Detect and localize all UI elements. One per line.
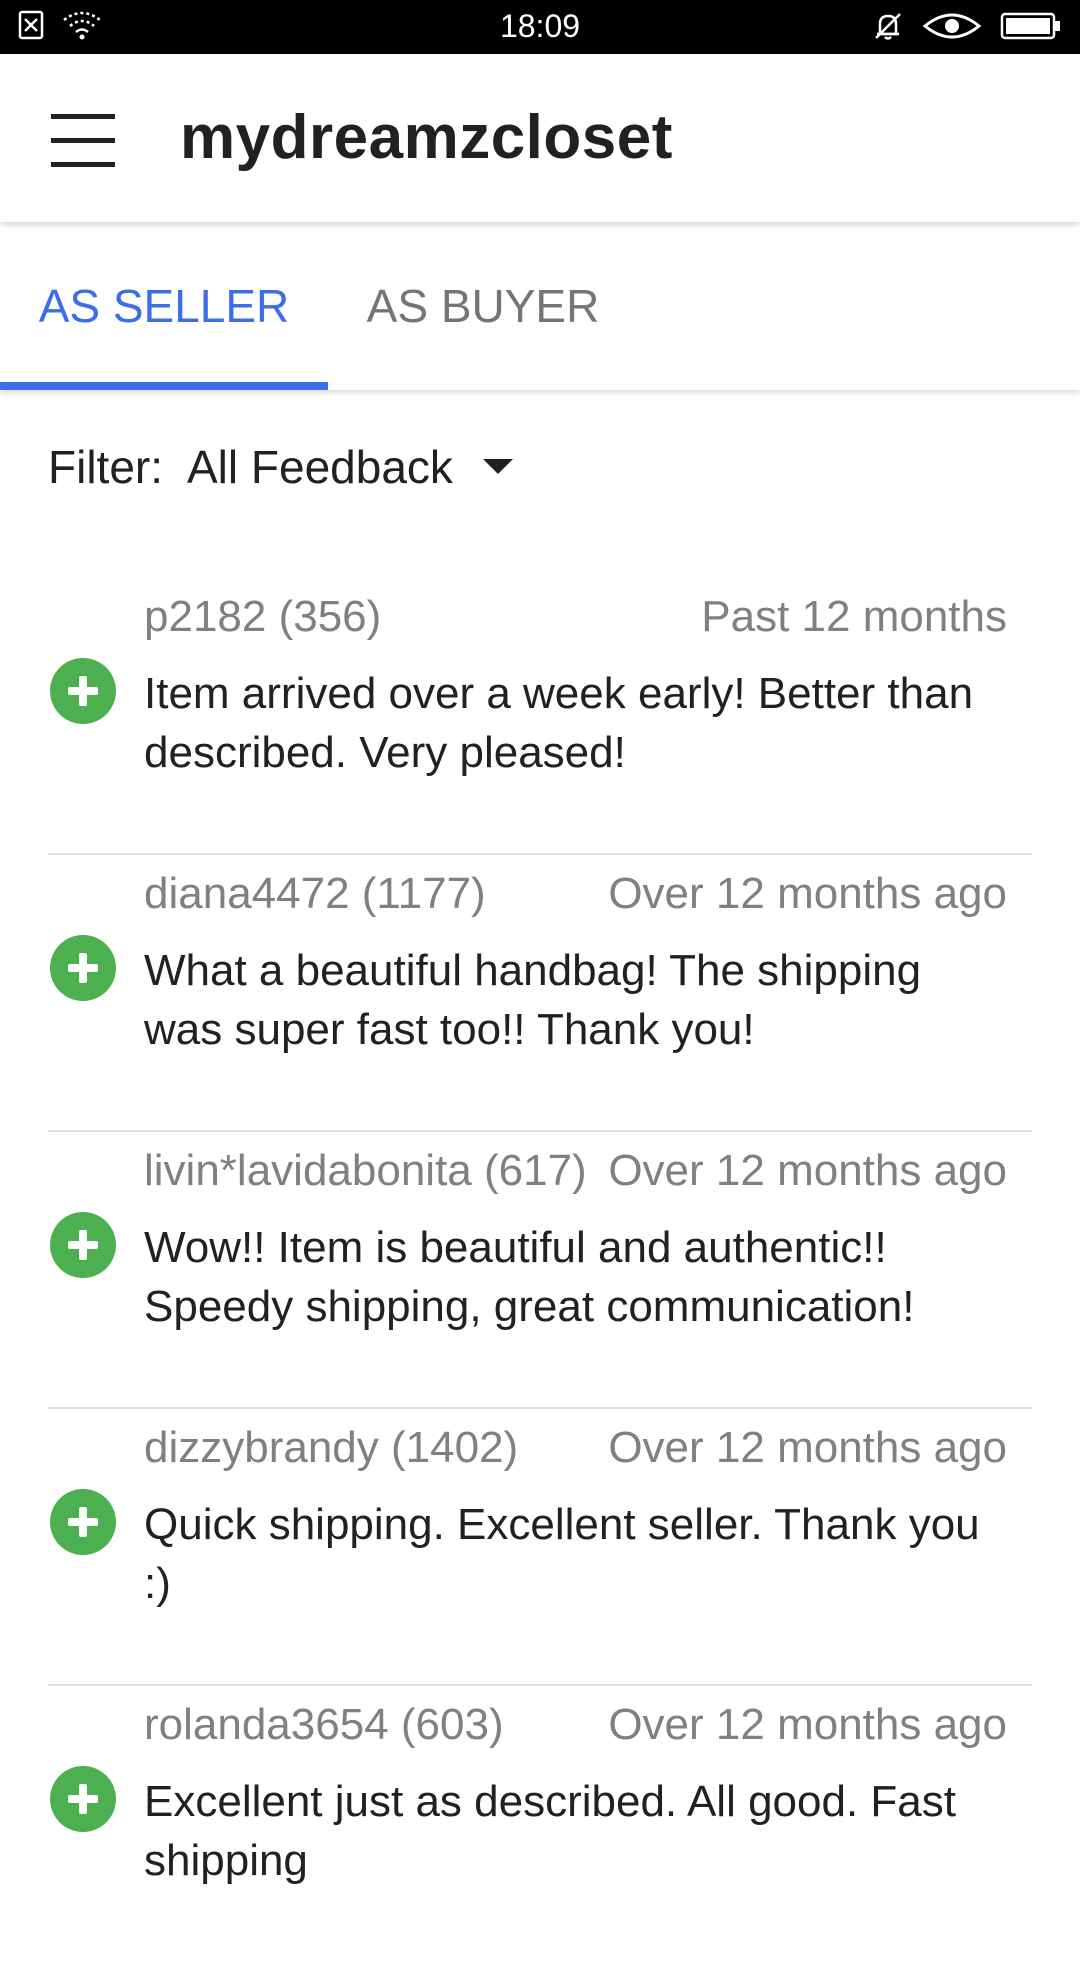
feedback-username[interactable]: livin*lavidabonita (617): [144, 1146, 587, 1196]
menu-button[interactable]: [40, 100, 126, 180]
feedback-item[interactable]: dizzybrandy (1402) Over 12 months ago Qu…: [0, 1409, 1080, 1686]
filter-row: Filter: All Feedback: [48, 440, 513, 494]
feedback-item[interactable]: diana4472 (1177) Over 12 months ago What…: [0, 855, 1080, 1132]
positive-plus-icon: [50, 935, 116, 1001]
tab-as-seller[interactable]: AS SELLER: [0, 222, 328, 390]
positive-plus-icon: [50, 1212, 116, 1278]
hamburger-menu-icon: [51, 114, 115, 167]
feedback-username[interactable]: rolanda3654 (603): [144, 1700, 504, 1750]
feedback-timestamp: Over 12 months ago: [608, 1146, 1007, 1195]
feedback-comment: Item arrived over a week early! Better t…: [144, 669, 974, 777]
battery-icon: [1000, 12, 1060, 40]
feedback-comment: Wow!! Item is beautiful and authentic!! …: [144, 1223, 915, 1331]
active-tab-indicator: [0, 382, 328, 390]
eye-icon: [922, 13, 982, 39]
page-title: mydreamzcloset: [180, 103, 673, 172]
feedback-username[interactable]: p2182 (356): [144, 592, 381, 642]
dropdown-arrow-icon: [482, 459, 513, 474]
status-bar: 18:09: [0, 0, 1080, 54]
feedback-timestamp: Over 12 months ago: [608, 1700, 1007, 1749]
feedback-username[interactable]: dizzybrandy (1402): [144, 1423, 518, 1473]
feedback-timestamp: Past 12 months: [701, 592, 1007, 641]
feedback-timestamp: Over 12 months ago: [608, 1423, 1007, 1472]
feedback-comment: Excellent just as described. All good. F…: [144, 1777, 956, 1885]
tab-as-buyer-label: AS BUYER: [366, 280, 600, 332]
bell-muted-icon: [875, 13, 901, 40]
feedback-item[interactable]: livin*lavidabonita (617) Over 12 months …: [0, 1132, 1080, 1409]
feedback-comment: Quick shipping. Excellent seller. Thank …: [144, 1500, 980, 1608]
feedback-comment: What a beautiful handbag! The shipping w…: [144, 946, 922, 1054]
app-bar: mydreamzcloset: [0, 54, 1080, 222]
positive-plus-icon: [50, 1766, 116, 1832]
filter-value: All Feedback: [187, 441, 453, 493]
positive-plus-icon: [50, 1489, 116, 1555]
feedback-timestamp: Over 12 months ago: [608, 869, 1007, 918]
positive-plus-icon: [50, 658, 116, 724]
tab-bar: AS SELLER AS BUYER: [0, 222, 1080, 390]
tab-as-seller-label: AS SELLER: [38, 280, 290, 332]
filter-label: Filter:: [48, 441, 163, 493]
tab-as-buyer[interactable]: AS BUYER: [328, 222, 638, 390]
status-right-icons: [872, 10, 1062, 42]
filter-dropdown[interactable]: All Feedback: [187, 440, 513, 494]
feedback-list: p2182 (356) Past 12 months Item arrived …: [0, 578, 1080, 1963]
feedback-username[interactable]: diana4472 (1177): [144, 869, 486, 919]
feedback-item[interactable]: p2182 (356) Past 12 months Item arrived …: [0, 578, 1080, 855]
feedback-item[interactable]: rolanda3654 (603) Over 12 months ago Exc…: [0, 1686, 1080, 1963]
